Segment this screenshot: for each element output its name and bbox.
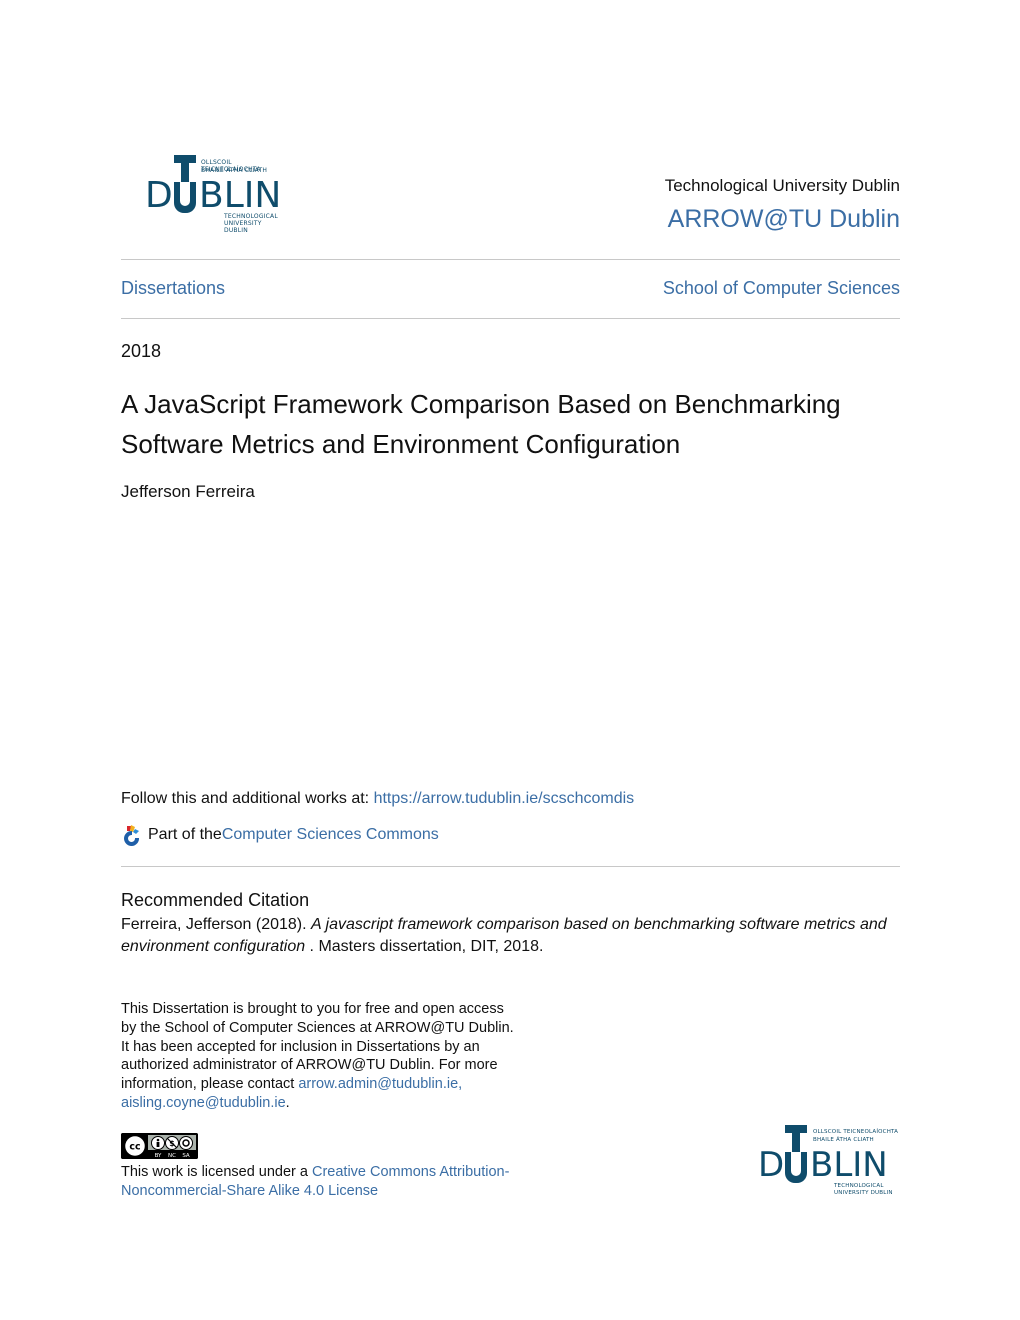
publication-year: 2018: [121, 341, 162, 361]
cc-license-badge[interactable]: cc $ BY NC SA: [121, 1133, 198, 1159]
collection-link[interactable]: Dissertations: [121, 278, 225, 299]
network-commons-icon: [124, 825, 140, 846]
partof-prefix: Part of the: [148, 826, 222, 843]
paper-author: Jefferson Ferreira: [121, 482, 255, 501]
logo-t-stem: [181, 155, 189, 183]
logo-irish-line2: BHAILE ÁTHA CLIATH: [813, 1137, 874, 1143]
cc-nc-label: NC: [168, 1153, 176, 1159]
follow-prefix: Follow this and additional works at:: [121, 790, 374, 807]
part-of-line: Part of the Computer Sciences Commons: [121, 824, 439, 846]
logo-letter-d: D: [145, 175, 173, 216]
citation-heading: Recommended Citation: [121, 890, 310, 910]
cc-sa-label: SA: [182, 1153, 190, 1159]
logo-letters-blin: BLIN: [810, 1145, 888, 1185]
logo-irish-line2: BHAILE ÁTHA CLIATH: [201, 167, 268, 174]
paper-title: A JavaScript Framework Comparison Based …: [121, 389, 841, 459]
logo-irish-line1: OLLSCOIL TEICNEOLAÍOCHTA: [813, 1129, 899, 1135]
admin-email-link[interactable]: arrow.admin@tudublin.ie,: [298, 1076, 462, 1092]
divider-top: [121, 259, 900, 260]
divider-nav: [121, 318, 900, 319]
commons-link[interactable]: Computer Sciences Commons: [222, 826, 439, 844]
cc-by-label: BY: [155, 1153, 162, 1159]
follow-line: Follow this and additional works at: htt…: [121, 790, 634, 808]
logo-english-line2: UNIVERSITY DUBLIN: [224, 220, 262, 235]
cc-by-nc-sa-icon: cc $ BY NC SA: [121, 1133, 198, 1159]
access-notice: This Dissertation is brought to you for …: [121, 1000, 521, 1113]
logo-english-line1: TECHNOLOGICAL: [834, 1183, 884, 1189]
tu-dublin-logo-bottom: D BLIN OLLSCOIL TEICNEOLAÍOCHTA BHAILE Á…: [737, 1115, 902, 1205]
notice-end: .: [285, 1094, 290, 1111]
logo-english-line2: UNIVERSITY DUBLIN: [834, 1190, 893, 1196]
school-link[interactable]: School of Computer Sciences: [663, 278, 900, 299]
citation-authors: Ferreira, Jefferson (2018).: [121, 916, 312, 933]
cc-label: cc: [129, 1142, 140, 1153]
repository-link[interactable]: ARROW@TU Dublin: [668, 205, 900, 234]
license-statement: This work is licensed under a Creative C…: [121, 1163, 521, 1201]
citation-suffix: . Masters dissertation, DIT, 2018.: [305, 938, 544, 955]
follow-url-link[interactable]: https://arrow.tudublin.ie/scschcomdis: [374, 790, 635, 807]
logo-letter-d: D: [758, 1145, 785, 1185]
institution-name: Technological University Dublin: [664, 176, 900, 195]
license-prefix: This work is licensed under a: [121, 1164, 312, 1180]
tu-dublin-logo-top: D BLIN OLLSCOIL TEICNEOLAÍOCHTA BHAILE Á…: [121, 142, 286, 235]
contact-email-link[interactable]: aisling.coyne@tudublin.ie: [121, 1095, 286, 1111]
citation-text: Ferreira, Jefferson (2018). A javascript…: [121, 914, 911, 958]
divider-citation: [121, 866, 900, 867]
logo-t-stem: [792, 1125, 800, 1153]
logo-letters-blin: BLIN: [199, 175, 282, 216]
